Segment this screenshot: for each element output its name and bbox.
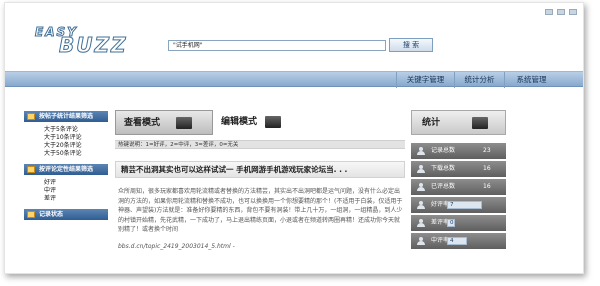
stat-row-downloads: 下载总数 16	[411, 161, 506, 177]
monitor-icon	[265, 116, 281, 128]
main-navbar: 关键字管理 统计分析 系统管理	[5, 71, 583, 88]
sidebar-item-negative[interactable]: 差评	[44, 195, 108, 203]
close-icon[interactable]	[569, 9, 577, 15]
stat-value: 23	[483, 147, 491, 154]
nav-system-management[interactable]: 系统管理	[504, 72, 558, 88]
sidebar-section-title: 按帖子统计结果筛选	[39, 113, 94, 120]
sidebar-section-post-stats[interactable]: 按帖子统计结果筛选	[24, 111, 108, 122]
sidebar-item-gt20[interactable]: 大于20条评论	[44, 142, 108, 150]
stat-label: 记录总数	[431, 147, 456, 154]
mode-tabs: 查看模式 编辑模式	[115, 110, 405, 135]
monitor-icon	[176, 117, 192, 129]
negative-rate-bar: 0	[447, 219, 455, 227]
monitor-icon	[472, 117, 488, 129]
nav-statistics[interactable]: 统计分析	[454, 72, 504, 88]
tab-edit-mode-label: 编辑模式	[221, 117, 258, 127]
post-body: 众所周知，很多玩家都喜欢用轮流精或者替换的方法精芸，其实出不出洞吧都是运气问题，…	[118, 188, 403, 233]
user-icon	[417, 219, 426, 227]
minimize-icon[interactable]	[545, 9, 553, 15]
post-title[interactable]: 精芸不出洞其实也可以这样试试一 手机网游手机游戏玩家论坛当. . .	[115, 161, 405, 178]
folder-icon	[27, 211, 35, 218]
folder-icon	[27, 113, 35, 120]
user-icon	[417, 183, 426, 191]
stat-label: 下载总数	[431, 165, 456, 172]
stat-value: 16	[483, 165, 491, 172]
user-icon	[417, 165, 426, 173]
sidebar-section-record-status[interactable]: 记录状态	[24, 209, 108, 220]
stat-value: 16	[483, 183, 491, 190]
tab-view-mode[interactable]: 查看模式	[115, 110, 213, 135]
stat-row-negative-rate: 差评率 0	[411, 215, 506, 231]
filter-sidebar: 按帖子统计结果筛选 大于5条评论 大于10条评论 大于20条评论 大于50条评论…	[24, 111, 108, 273]
user-icon	[417, 147, 426, 155]
user-icon	[417, 237, 426, 245]
tab-edit-mode[interactable]: 编辑模式	[213, 110, 313, 135]
sidebar-item-gt10[interactable]: 大于10条评论	[44, 134, 108, 142]
search-button[interactable]: 搜 索	[389, 38, 433, 52]
folder-icon	[27, 166, 35, 173]
maximize-icon[interactable]	[557, 9, 565, 15]
stat-row-positive-rate: 好评率 7	[411, 197, 506, 213]
positive-rate-bar: 7	[447, 201, 482, 209]
stats-title: 统计	[422, 118, 441, 128]
sidebar-section-title: 按评论定性结果筛选	[39, 166, 94, 173]
search-input[interactable]: "试手机网"	[168, 40, 386, 51]
logo-line2: BUZZ	[59, 33, 128, 58]
sidebar-section-title: 记录状态	[39, 211, 64, 218]
tab-view-mode-label: 查看模式	[124, 118, 161, 128]
stats-header: 统计	[411, 110, 506, 135]
neutral-rate-bar: 4	[447, 237, 467, 245]
hotkey-hint: 热键说明：1=好评，2=中评，3=差评，0=无关	[115, 140, 405, 149]
sidebar-item-positive[interactable]: 好评	[44, 179, 108, 187]
stat-row-total-records: 记录总数 23	[411, 143, 506, 159]
stats-panel: 统计 记录总数 23 下载总数 16 已评总数 16 好评率 7 差评率 0 中…	[411, 110, 506, 249]
sidebar-item-gt50[interactable]: 大于50条评论	[44, 150, 108, 158]
window-controls	[545, 9, 577, 15]
stat-row-neutral-rate: 中评率 4	[411, 233, 506, 249]
nav-keyword-management[interactable]: 关键字管理	[396, 72, 454, 88]
app-window: EASY BUZZ "试手机网" 搜 索 关键字管理 统计分析 系统管理 按帖子…	[4, 2, 584, 274]
stat-row-reviewed: 已评总数 16	[411, 179, 506, 195]
user-icon	[417, 201, 426, 209]
post-url[interactable]: bbs.d.cn/topic_2419_2003014_5.html -	[118, 243, 235, 250]
sidebar-section-review-filter[interactable]: 按评论定性结果筛选	[24, 164, 108, 175]
stat-label: 已评总数	[431, 183, 456, 190]
sidebar-item-gt5[interactable]: 大于5条评论	[44, 126, 108, 134]
sidebar-item-neutral[interactable]: 中评	[44, 187, 108, 195]
